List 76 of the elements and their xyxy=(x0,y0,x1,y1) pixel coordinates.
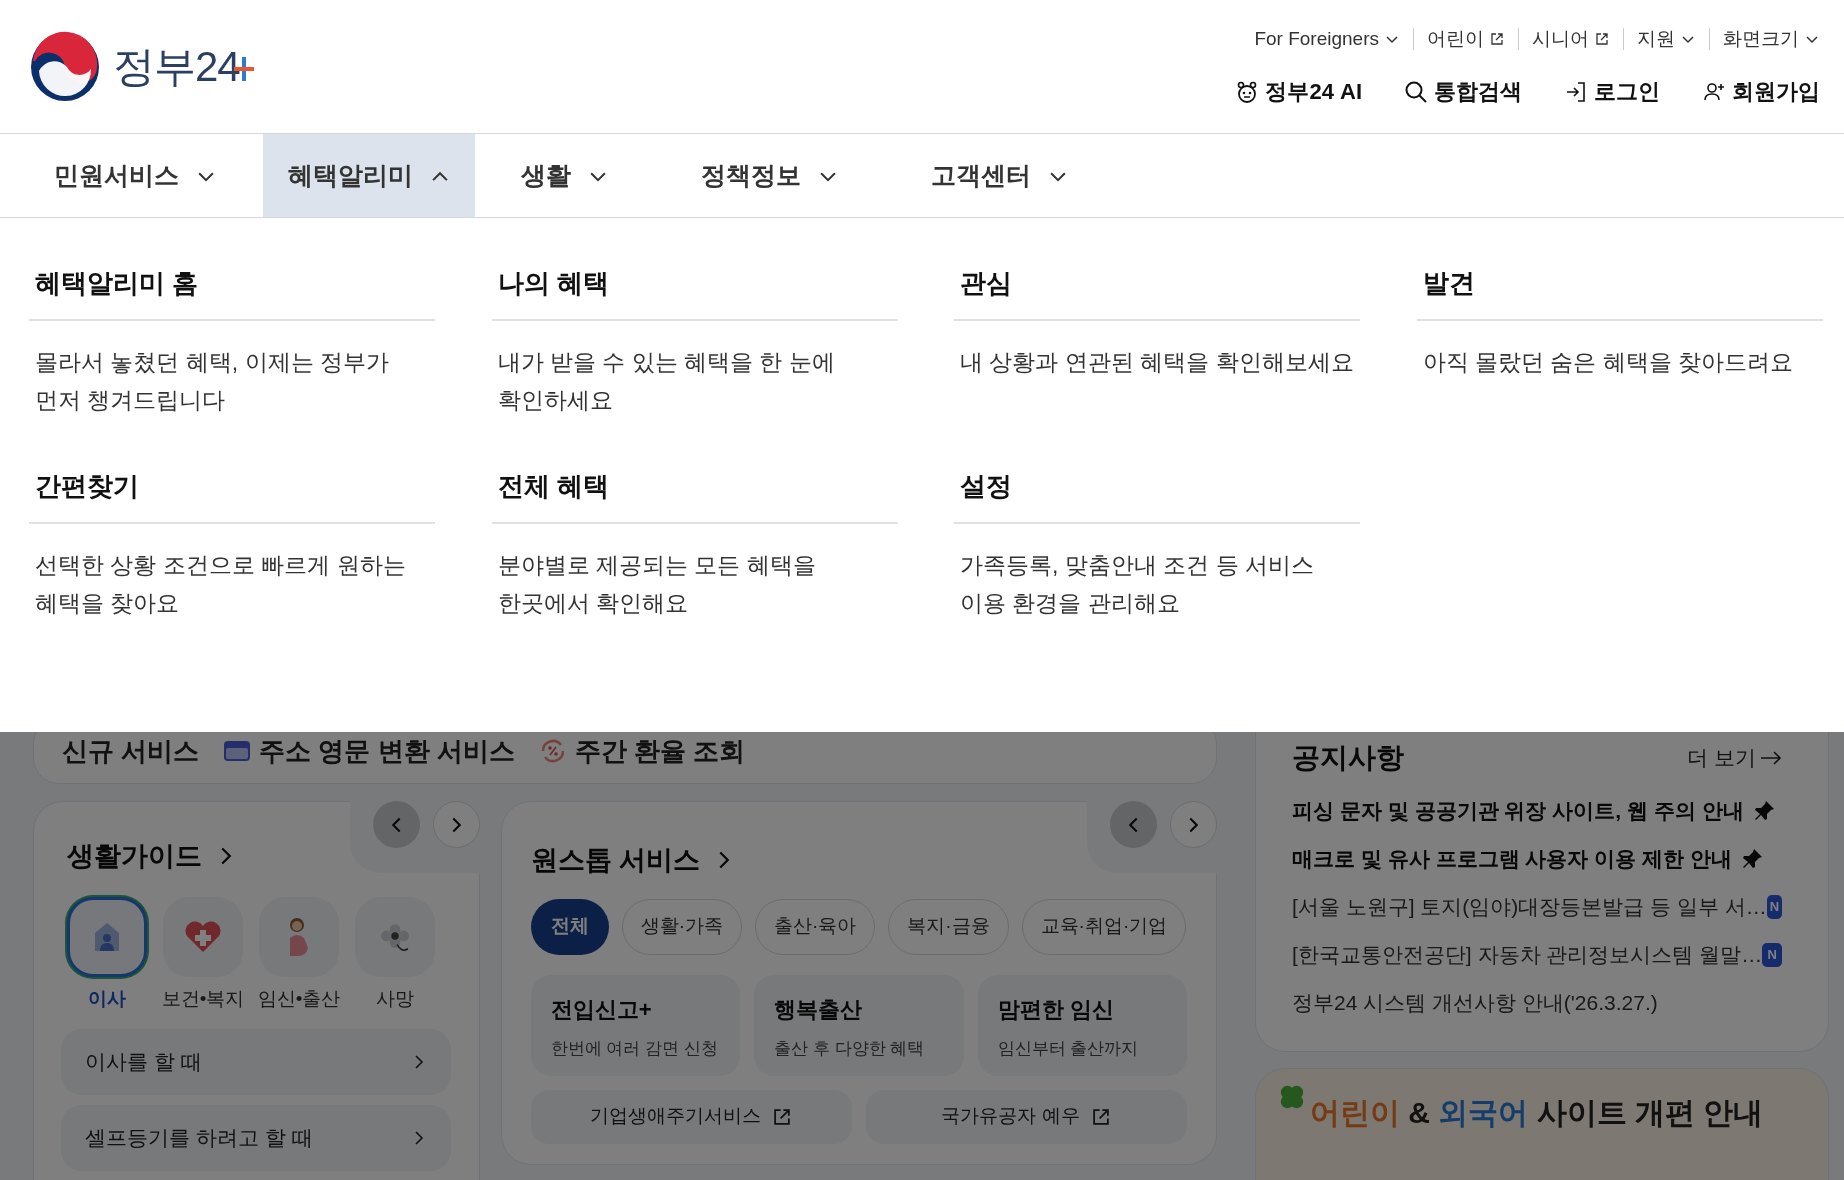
nav-tab[interactable]: 정책정보 xyxy=(655,134,885,217)
guide-row[interactable]: 셀프등기를 하려고 할 때 xyxy=(61,1105,451,1171)
external-service-link[interactable]: 기업생애주기서비스 xyxy=(530,1089,852,1144)
chevron-right-icon xyxy=(1189,816,1198,833)
new-badge: N xyxy=(1762,943,1782,967)
service-card[interactable]: 전입신고+ 한번에 여러 감면 신청 xyxy=(530,974,741,1076)
service-link[interactable]: 주소 영문 변환 서비스 xyxy=(223,732,515,771)
menu-description: 몰라서 놓쳤던 혜택, 이제는 정부가 먼저 챙겨드립니다 xyxy=(34,348,390,415)
flower-icon xyxy=(380,921,410,952)
chevron-left-icon xyxy=(391,816,401,833)
external-service-link[interactable]: 국가유공자 예우 xyxy=(865,1089,1187,1144)
service-card[interactable]: 행복출산 출산 후 다양한 혜택 xyxy=(754,974,964,1076)
login-arrow-icon xyxy=(1564,79,1588,104)
filter-chip[interactable]: 전체 xyxy=(530,898,609,955)
external-link-icon xyxy=(1489,31,1505,47)
service-title: 행복출산 xyxy=(774,995,864,1024)
utility-link[interactable]: 화면크기 xyxy=(1723,24,1820,54)
emblem-logo-icon xyxy=(29,30,101,103)
utility-link[interactable]: 시니어 xyxy=(1532,24,1610,54)
new-badge: N xyxy=(1766,895,1782,919)
menu-heading-link[interactable]: 혜택알리미 홈 xyxy=(29,264,435,321)
heart-cross-icon xyxy=(185,920,221,953)
chevron-left-icon xyxy=(1129,816,1138,833)
nav-tab[interactable]: 생활 xyxy=(475,134,655,217)
menu-heading-link[interactable]: 관심 xyxy=(954,264,1360,321)
logo-text: 정부24 xyxy=(113,45,240,88)
service-subtitle: 한번에 여러 감면 신청 xyxy=(550,1037,719,1060)
notice-link[interactable]: 피싱 문자 및 공공기관 위장 사이트, 웹 주의 안내 xyxy=(1292,795,1776,827)
menu-description: 내 상황과 연관된 혜택을 확인해보세요 xyxy=(959,348,1355,377)
header-action-link[interactable]: 로그인 xyxy=(1564,75,1660,109)
service-card[interactable]: 맘편한 임신 임신부터 출산까지 xyxy=(977,974,1187,1076)
utility-link[interactable]: 지원 xyxy=(1637,24,1696,54)
menu-description: 분야별로 제공되는 모든 혜택을 한곳에서 확인해요 xyxy=(496,551,817,618)
service-subtitle: 출산 후 다양한 혜택 xyxy=(774,1037,926,1060)
menu-heading-link[interactable]: 설정 xyxy=(954,467,1360,524)
menu-heading-link[interactable]: 간편찾기 xyxy=(29,467,435,524)
menu-description: 가족등록, 맞춤안내 조건 등 서비스 이용 환경을 관리해요 xyxy=(959,551,1315,618)
banner-title: 어린이 & 외국어 사이트 개편 안내 xyxy=(1310,1095,1764,1131)
notice-link[interactable]: 매크로 및 유사 프로그램 사용자 이용 제한 안내 xyxy=(1292,843,1764,875)
section-title: 신규 서비스 xyxy=(62,734,200,768)
external-link-icon xyxy=(1594,31,1610,47)
chevron-right-icon xyxy=(451,816,461,833)
utility-link[interactable]: For Foreigners xyxy=(1254,24,1400,54)
service-subtitle: 임신부터 출산까지 xyxy=(997,1037,1140,1060)
nav-tab[interactable]: 혜택알리미 xyxy=(263,134,475,217)
service-link[interactable]: 주간 환율 조회 xyxy=(538,732,746,771)
filter-chip[interactable]: 출산·육아 xyxy=(754,898,876,955)
utility-link[interactable]: 어린이 xyxy=(1427,24,1505,54)
nav-tab[interactable]: 민원서비스 xyxy=(0,134,263,217)
filter-chip[interactable]: 생활·가족 xyxy=(621,898,742,955)
card-icon xyxy=(223,739,252,763)
more-link[interactable]: 더 보기 xyxy=(1687,742,1782,774)
filter-chip[interactable]: 복지·금융 xyxy=(888,898,1009,955)
notice-title: 공지사항 xyxy=(1292,741,1404,775)
menu-heading-link[interactable]: 나의 혜택 xyxy=(491,264,898,321)
nav-tab[interactable]: 고객센터 xyxy=(885,134,1115,217)
service-title: 전입신고+ xyxy=(550,995,653,1024)
notice-link[interactable]: [한국교통안전공단] 자동차 관리정보시스템 월말… xyxy=(1292,939,1763,971)
guide-row[interactable]: 이사를 할 때 xyxy=(61,1029,451,1095)
pregnant-woman-icon xyxy=(287,915,311,958)
search-icon xyxy=(1404,79,1428,104)
menu-description: 내가 받을 수 있는 혜택을 한 눈에 확인하세요 xyxy=(496,348,836,415)
menu-description: 선택한 상황 조건으로 빠르게 원하는 혜택을 찾아요 xyxy=(34,551,407,618)
notice-link[interactable]: 정부24 시스템 개선사항 안내('26.3.27.) xyxy=(1292,987,1658,1019)
service-title: 맘편한 임신 xyxy=(997,995,1115,1024)
menu-heading-link[interactable]: 발견 xyxy=(1416,264,1823,321)
header-action-link[interactable]: 정부24 AI xyxy=(1235,75,1362,109)
filter-chip[interactable]: 교육·취업·기업 xyxy=(1021,898,1187,955)
header-action-link[interactable]: 회원가입 xyxy=(1702,75,1820,109)
clover-icon xyxy=(1278,1083,1306,1111)
notice-link[interactable]: [서울 노원구] 토지(임야)대장등본발급 등 일부 서… xyxy=(1292,891,1767,923)
menu-heading-link[interactable]: 전체 혜택 xyxy=(491,467,898,524)
arrow-right-icon xyxy=(1760,750,1782,766)
house-person-icon xyxy=(93,921,121,952)
header-action-link[interactable]: 통합검색 xyxy=(1404,75,1522,109)
menu-description: 아직 몰랐던 숨은 혜택을 찾아드려요 xyxy=(1421,348,1795,377)
